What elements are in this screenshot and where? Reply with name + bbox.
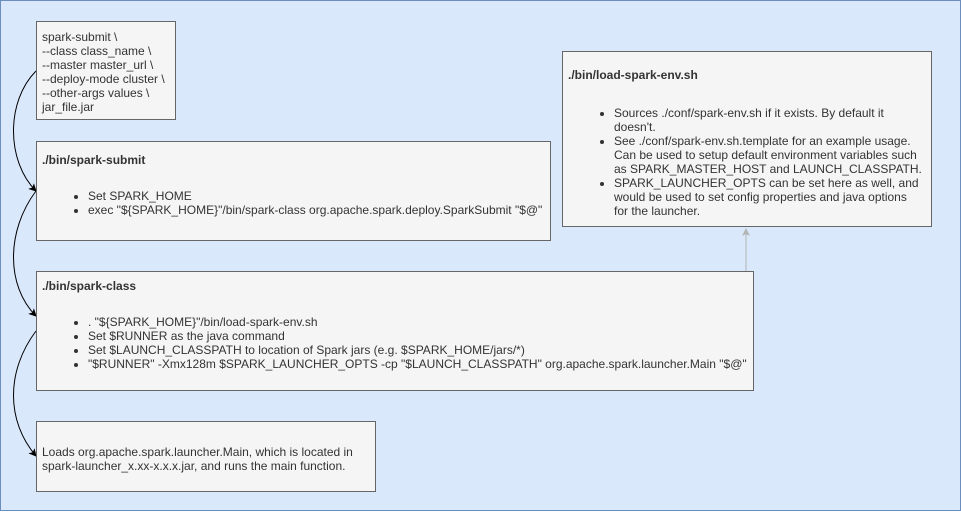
edge-class-to-main — [13, 330, 37, 457]
spark-submit-command-box: spark-submit \ --class class_name \ --ma… — [36, 21, 176, 120]
list-item: exec "${SPARK_HOME}"/bin/spark-class org… — [88, 203, 550, 217]
list-item: Set $RUNNER as the java command — [88, 329, 753, 343]
list-item: Set $LAUNCH_CLASSPATH to location of Spa… — [88, 343, 753, 357]
spark-submit-script-box: ./bin/spark-submit Set SPARK_HOME exec "… — [36, 141, 551, 241]
description-line: Loads org.apache.spark.launcher.Main, wh… — [42, 445, 353, 459]
load-spark-env-box: ./bin/load-spark-env.sh Sources ./conf/s… — [562, 51, 932, 227]
command-line: jar_file.jar — [42, 100, 95, 114]
box-title: ./bin/spark-class — [42, 279, 137, 293]
list-item: SPARK_LAUNCHER_OPTS can be set here as w… — [614, 176, 931, 218]
command-line: --class class_name \ — [42, 44, 152, 58]
command-line: --master master_url \ — [42, 58, 154, 72]
note-list: Sources ./conf/spark-env.sh if it exists… — [568, 106, 931, 218]
box-title: ./bin/spark-submit — [42, 153, 146, 167]
list-item: Set SPARK_HOME — [88, 189, 550, 203]
launcher-main-box: Loads org.apache.spark.launcher.Main, wh… — [36, 421, 376, 492]
list-item: . "${SPARK_HOME}"/bin/load-spark-env.sh — [88, 315, 753, 329]
box-title: ./bin/load-spark-env.sh — [568, 68, 698, 82]
list-item: "$RUNNER" -Xmx128m $SPARK_LAUNCHER_OPTS … — [88, 357, 753, 371]
step-list: . "${SPARK_HOME}"/bin/load-spark-env.sh … — [42, 315, 753, 371]
description-line: spark-launcher_x.xx-x.x.x.jar, and runs … — [42, 459, 346, 473]
list-item: Sources ./conf/spark-env.sh if it exists… — [614, 106, 931, 134]
edge-cmd-to-submit — [13, 70, 37, 192]
command-line: spark-submit \ — [42, 30, 118, 44]
command-line: --deploy-mode cluster \ — [42, 72, 165, 86]
step-list: Set SPARK_HOME exec "${SPARK_HOME}"/bin/… — [42, 189, 550, 217]
diagram-canvas: spark-submit \ --class class_name \ --ma… — [0, 0, 961, 511]
edge-submit-to-class — [13, 190, 37, 317]
spark-class-script-box: ./bin/spark-class . "${SPARK_HOME}"/bin/… — [36, 271, 754, 391]
command-line: --other-args values \ — [42, 86, 150, 100]
list-item: See ./conf/spark-env.sh.template for an … — [614, 134, 931, 176]
